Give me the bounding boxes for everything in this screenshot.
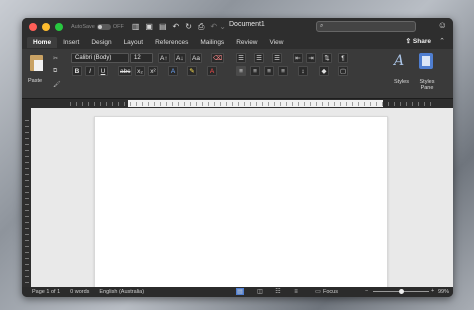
minimize-window-button[interactable] bbox=[42, 22, 50, 31]
ribbon: Paste ✂ ⧉ 🖌 Calibri (Body) 12 A↑ A↓ Aa ⌫… bbox=[22, 49, 453, 99]
font-size-select[interactable]: 12 bbox=[130, 53, 153, 63]
decrease-font-icon[interactable]: A↓ bbox=[174, 53, 186, 63]
tab-review[interactable]: Review bbox=[230, 37, 263, 48]
save-icon[interactable]: ▣ bbox=[145, 22, 153, 32]
tab-design[interactable]: Design bbox=[85, 37, 117, 48]
superscript-button[interactable]: x² bbox=[148, 66, 158, 76]
sidebar-toggle-icon[interactable]: ▥ bbox=[132, 22, 140, 32]
zoom-out-icon[interactable]: − bbox=[365, 288, 368, 294]
quick-access-toolbar: ▥ ▣ ▤ ↶ ↻ ⎙ ↶ ⌄ bbox=[132, 22, 226, 32]
title-bar: AutoSave OFF ▥ ▣ ▤ ↶ ↻ ⎙ ↶ ⌄ Document1 ⌕… bbox=[22, 18, 453, 35]
subscript-button[interactable]: x₂ bbox=[135, 66, 145, 76]
align-right-icon[interactable]: ≡ bbox=[264, 66, 274, 76]
redo-icon[interactable]: ↻ bbox=[185, 22, 192, 32]
ribbon-tabs: Home Insert Design Layout References Mai… bbox=[22, 35, 453, 49]
focus-icon[interactable]: ▭ bbox=[314, 288, 322, 295]
print-layout-view-icon[interactable]: ▤ bbox=[236, 288, 244, 295]
language-indicator[interactable]: English (Australia) bbox=[99, 289, 144, 295]
zoom-slider-knob[interactable] bbox=[399, 289, 404, 294]
document-canvas bbox=[22, 108, 453, 297]
increase-font-icon[interactable]: A↑ bbox=[158, 53, 170, 63]
autosave-state: OFF bbox=[112, 23, 124, 30]
close-window-button[interactable] bbox=[29, 22, 37, 31]
decrease-indent-icon[interactable]: ⇤ bbox=[293, 53, 303, 63]
status-bar: Page 1 of 1 0 words English (Australia) … bbox=[22, 287, 453, 297]
print-layout-icon[interactable]: ▤ bbox=[159, 22, 167, 32]
tab-mailings[interactable]: Mailings bbox=[194, 37, 230, 48]
numbering-icon[interactable]: ☰ bbox=[254, 53, 264, 63]
tab-layout[interactable]: Layout bbox=[118, 37, 150, 48]
more-icon[interactable]: ↶ ⌄ bbox=[210, 22, 226, 32]
tab-home[interactable]: Home bbox=[27, 36, 58, 48]
search-input[interactable]: ⌕ bbox=[316, 21, 416, 32]
increase-indent-icon[interactable]: ⇥ bbox=[306, 53, 316, 63]
styles-label: Styles bbox=[394, 79, 409, 85]
paste-label: Paste bbox=[28, 78, 43, 84]
word-window: AutoSave OFF ▥ ▣ ▤ ↶ ↻ ⎙ ↶ ⌄ Document1 ⌕… bbox=[22, 18, 453, 297]
format-painter-icon[interactable]: 🖌 bbox=[53, 81, 61, 88]
document-page[interactable] bbox=[94, 116, 388, 297]
justify-icon[interactable]: ≡ bbox=[278, 66, 288, 76]
align-left-icon[interactable]: ≡ bbox=[236, 66, 246, 76]
autosave-toggle[interactable]: AutoSave OFF bbox=[71, 23, 124, 30]
cut-icon[interactable]: ✂ bbox=[53, 55, 58, 62]
show-marks-icon[interactable]: ¶ bbox=[338, 53, 348, 63]
traffic-lights bbox=[29, 22, 63, 31]
sort-icon[interactable]: ⇅ bbox=[322, 53, 332, 63]
font-name-value: Calibri (Body) bbox=[75, 55, 112, 61]
zoom-slider[interactable] bbox=[373, 289, 429, 294]
underline-button[interactable]: U bbox=[98, 66, 108, 76]
tab-view[interactable]: View bbox=[264, 37, 290, 48]
focus-label[interactable]: Focus bbox=[323, 289, 338, 295]
document-title: Document1 bbox=[229, 21, 265, 28]
feedback-smiley-icon[interactable]: ☺ bbox=[438, 20, 447, 30]
multilevel-list-icon[interactable]: ☰ bbox=[272, 53, 282, 63]
shading-icon[interactable]: ◆ bbox=[319, 66, 329, 76]
autosave-label: AutoSave bbox=[71, 23, 95, 30]
outline-view-icon[interactable]: ☷ bbox=[274, 288, 282, 295]
italic-button[interactable]: I bbox=[85, 66, 95, 76]
highlight-color-icon[interactable]: ✎ bbox=[187, 66, 197, 76]
font-color-icon[interactable]: A bbox=[207, 66, 217, 76]
print-icon[interactable]: ⎙ bbox=[198, 22, 204, 32]
copy-icon[interactable]: ⧉ bbox=[53, 68, 57, 75]
clear-formatting-icon[interactable]: ⌫ bbox=[211, 53, 225, 63]
undo-icon[interactable]: ↶ bbox=[173, 22, 180, 32]
bullets-icon[interactable]: ☰ bbox=[236, 53, 246, 63]
draft-view-icon[interactable]: ≡ bbox=[292, 288, 300, 295]
font-name-select[interactable]: Calibri (Body) bbox=[71, 53, 129, 63]
collapse-ribbon-icon[interactable]: ⌃ bbox=[439, 37, 445, 45]
styles-pane-label: Styles Pane bbox=[419, 79, 435, 91]
strikethrough-button[interactable]: abc bbox=[118, 66, 133, 76]
zoom-level[interactable]: 99% bbox=[438, 289, 449, 295]
font-size-value: 12 bbox=[134, 55, 141, 61]
bold-button[interactable]: B bbox=[72, 66, 82, 76]
search-icon: ⌕ bbox=[320, 23, 324, 29]
borders-icon[interactable]: ▢ bbox=[338, 66, 349, 76]
vertical-ruler[interactable] bbox=[22, 108, 31, 287]
horizontal-ruler[interactable] bbox=[22, 99, 453, 108]
tab-insert[interactable]: Insert bbox=[57, 37, 85, 48]
share-label: Share bbox=[412, 38, 431, 45]
share-button[interactable]: ⇪ Share bbox=[406, 37, 431, 45]
line-spacing-icon[interactable]: ↕ bbox=[298, 66, 308, 76]
text-effects-icon[interactable]: A bbox=[168, 66, 178, 76]
zoom-in-icon[interactable]: + bbox=[431, 288, 434, 294]
change-case-icon[interactable]: Aa bbox=[190, 53, 202, 63]
styles-pane-icon[interactable] bbox=[419, 53, 433, 69]
tab-references[interactable]: References bbox=[149, 37, 194, 48]
paste-button[interactable] bbox=[28, 53, 46, 75]
word-count[interactable]: 0 words bbox=[70, 289, 89, 295]
web-layout-view-icon[interactable]: ◫ bbox=[256, 288, 264, 295]
toggle-switch[interactable] bbox=[96, 23, 111, 30]
zoom-window-button[interactable] bbox=[55, 22, 63, 31]
styles-icon[interactable]: A bbox=[394, 53, 404, 69]
page-count[interactable]: Page 1 of 1 bbox=[32, 289, 60, 295]
align-center-icon[interactable]: ≡ bbox=[250, 66, 260, 76]
